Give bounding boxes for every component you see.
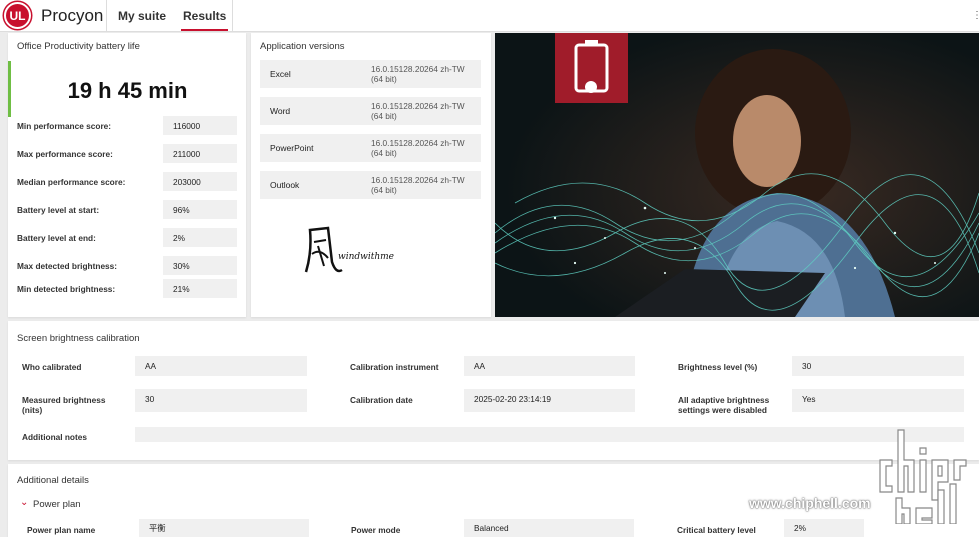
hero-image: [495, 33, 979, 317]
app-name: Outlook: [270, 180, 300, 190]
min-brightness-value: 21%: [163, 279, 237, 298]
calibration-date-value: 2025-02-20 23:14:19: [464, 389, 635, 412]
battery-life-result: 19 h 45 min: [67, 78, 188, 103]
power-plan-name-value: 平衡: [139, 519, 309, 537]
median-score-label: Median performance score:: [17, 177, 126, 187]
calibration-title: Screen brightness calibration: [17, 333, 140, 344]
divider: [106, 0, 107, 32]
min-score-label: Min performance score:: [17, 121, 112, 131]
chiphell-logo: [879, 429, 967, 524]
additional-notes-value: [135, 427, 964, 442]
max-brightness-label: Max detected brightness:: [17, 261, 118, 271]
more-icon[interactable]: ⋮: [972, 10, 979, 21]
tab-my-suite[interactable]: My suite: [118, 9, 166, 23]
measured-brightness-label: Measured brightness (nits): [22, 395, 106, 415]
site-watermark: www.chiphell.com: [749, 495, 871, 511]
app-name: Word: [270, 106, 291, 116]
adaptive-brightness-value: Yes: [792, 389, 964, 412]
handwritten-signature: windwithme: [304, 226, 394, 273]
measured-brightness-value: 30: [135, 389, 307, 412]
battery-card-title: Office Productivity battery life: [17, 41, 140, 52]
app-row: Outlook 16.0.15128.20264 zh-TW (64 bit): [260, 171, 481, 199]
power-plan-section[interactable]: Power plan: [33, 499, 81, 510]
app-version: 16.0.15128.20264 zh-TW (64 bit): [371, 138, 465, 158]
battery-start-label: Battery level at start:: [17, 205, 100, 215]
app-row: PowerPoint 16.0.15128.20264 zh-TW (64 bi…: [260, 134, 481, 162]
median-score-value: 203000: [163, 172, 237, 191]
app-versions-title: Application versions: [260, 41, 345, 52]
calibration-instrument-label: Calibration instrument: [350, 362, 439, 372]
battery-start-value: 96%: [163, 200, 237, 219]
max-score-label: Max performance score:: [17, 149, 113, 159]
brightness-level-label: Brightness level (%): [678, 362, 758, 372]
tab-results[interactable]: Results: [180, 9, 229, 31]
app-row: Word 16.0.15128.20264 zh-TW (64 bit): [260, 97, 481, 125]
app-name: PowerPoint: [270, 143, 314, 153]
brand-name: Procyon: [41, 6, 104, 25]
additional-details-title: Additional details: [17, 475, 89, 486]
power-mode-label: Power mode: [351, 525, 401, 535]
battery-end-value: 2%: [163, 228, 237, 247]
who-calibrated-value: AA: [135, 356, 307, 376]
chevron-down-icon[interactable]: ⌄: [20, 497, 28, 508]
ul-logo: UL: [4, 2, 31, 29]
power-plan-name-label: Power plan name: [27, 525, 96, 535]
calibration-instrument-value: AA: [464, 356, 635, 376]
app-version: 16.0.15128.20264 zh-TW (64 bit): [371, 101, 465, 121]
min-brightness-label: Min detected brightness:: [17, 284, 116, 294]
adaptive-brightness-label: All adaptive brightness settings were di…: [678, 395, 770, 415]
power-mode-value: Balanced: [464, 519, 634, 537]
min-score-value: 116000: [163, 116, 237, 135]
who-calibrated-label: Who calibrated: [22, 362, 82, 372]
critical-battery-value: 2%: [784, 519, 864, 537]
svg-text:windwithme: windwithme: [338, 252, 394, 262]
additional-notes-label: Additional notes: [22, 432, 87, 442]
app-version: 16.0.15128.20264 zh-TW (64 bit): [371, 175, 465, 195]
max-brightness-value: 30%: [163, 256, 237, 275]
critical-battery-label: Critical battery level: [677, 525, 756, 535]
brightness-level-value: 30: [792, 356, 964, 376]
top-bar: UL Procyon My suite Results ⋮: [0, 0, 979, 32]
max-score-value: 211000: [163, 144, 237, 163]
app-row: Excel 16.0.15128.20264 zh-TW (64 bit): [260, 60, 481, 88]
app-version: 16.0.15128.20264 zh-TW (64 bit): [371, 64, 465, 84]
battery-end-label: Battery level at end:: [17, 233, 96, 243]
app-name: Excel: [270, 69, 291, 79]
divider: [232, 0, 233, 32]
calibration-date-label: Calibration date: [350, 395, 413, 405]
